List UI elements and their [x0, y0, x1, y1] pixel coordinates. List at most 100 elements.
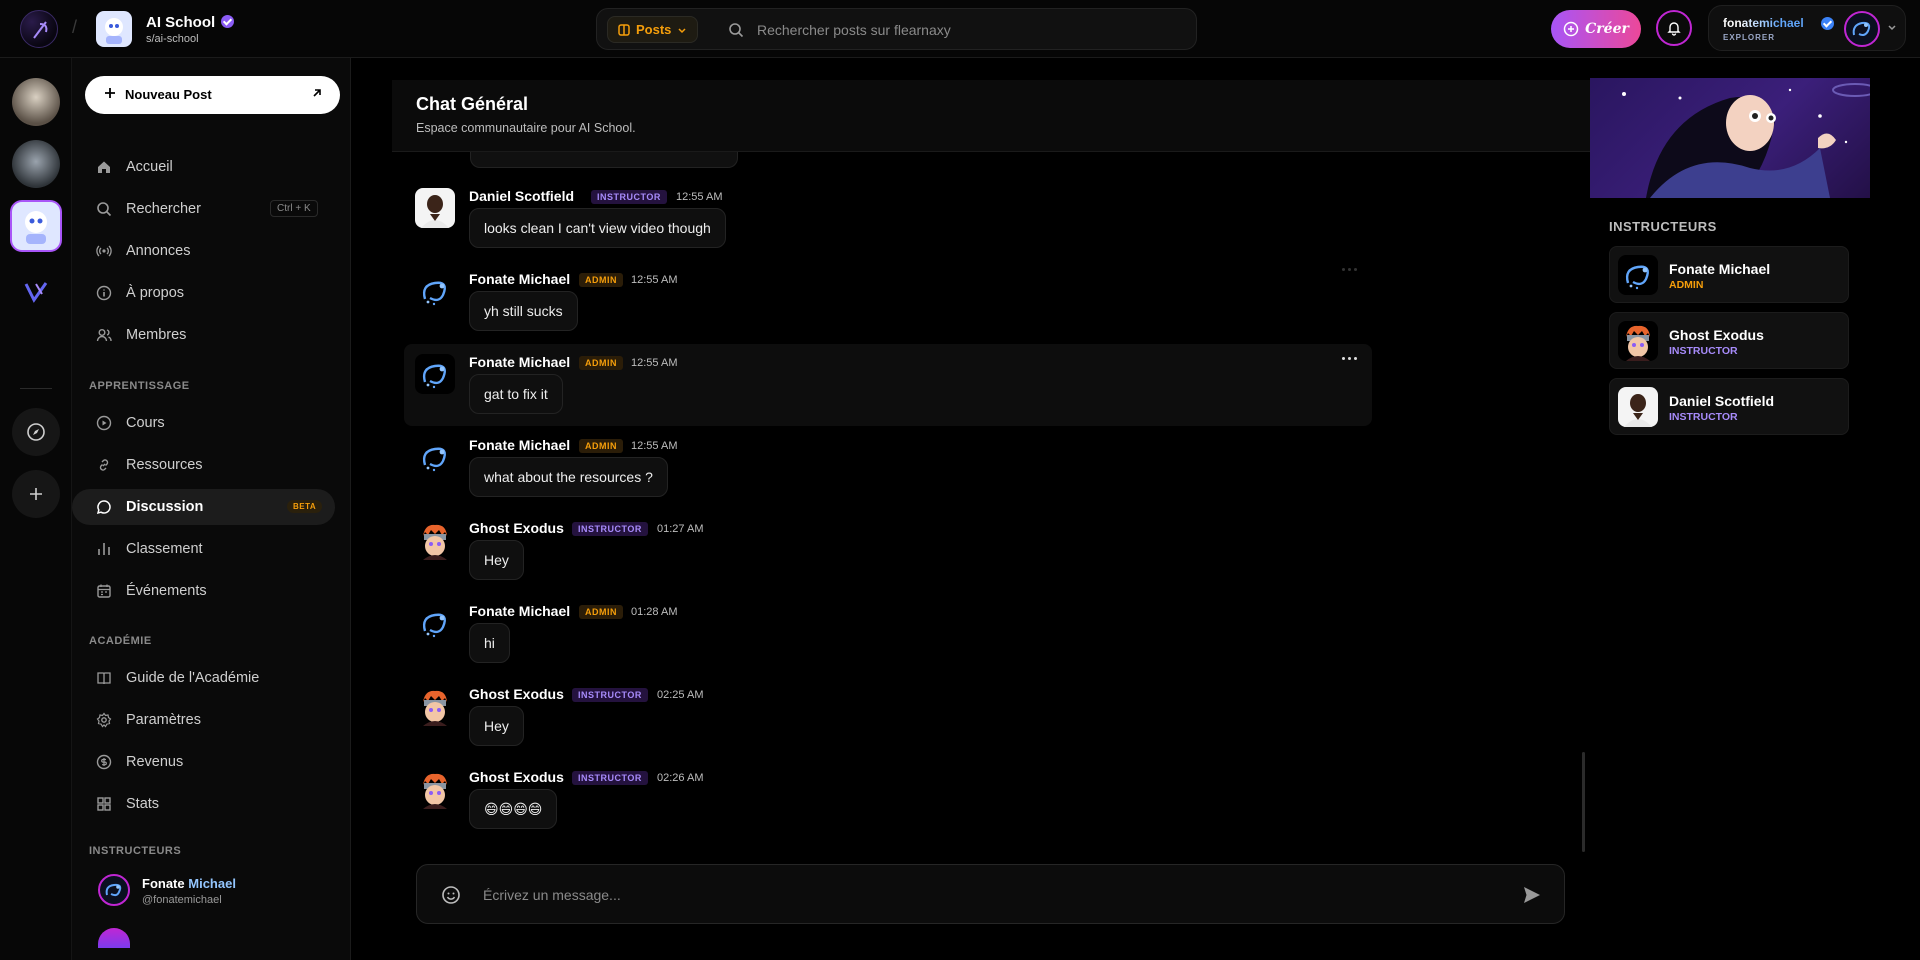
- message-author[interactable]: Fonate Michael: [469, 437, 570, 453]
- new-post-button[interactable]: Nouveau Post: [85, 76, 340, 114]
- message[interactable]: Ghost Exodus INSTRUCTOR 02:25 AM Hey: [404, 676, 1372, 758]
- avatar[interactable]: [415, 437, 455, 477]
- rail-divider: [20, 388, 52, 389]
- info-icon: [96, 285, 112, 301]
- community-avatar-1[interactable]: [12, 78, 60, 126]
- nav-item-stats[interactable]: Stats: [72, 786, 335, 822]
- explore-button[interactable]: [12, 408, 60, 456]
- instructor-name: Ghost Exodus: [1669, 327, 1764, 343]
- avatar[interactable]: [415, 520, 455, 560]
- avatar[interactable]: [415, 686, 455, 726]
- nav-item-label: Paramètres: [126, 712, 201, 728]
- nav-item-guide[interactable]: Guide de l'Académie: [72, 660, 335, 696]
- community-avatar-ai-school[interactable]: [10, 200, 62, 252]
- nav-item-label: Classement: [126, 541, 203, 557]
- message[interactable]: Fonate Michael ADMIN 12:55 AM what about th…: [404, 427, 1372, 509]
- create-button[interactable]: Créer: [1551, 10, 1641, 48]
- message[interactable]: Daniel Scotfield INSTRUCTOR 12:55 AM looks …: [404, 178, 1372, 260]
- bar-chart-icon: [98, 543, 110, 555]
- message[interactable]: Ghost Exodus INSTRUCTOR 01:27 AM Hey: [404, 510, 1372, 592]
- nav-item-label: Guide de l'Académie: [126, 670, 260, 686]
- section-label-apprentissage: APPRENTISSAGE: [89, 380, 190, 392]
- message-author[interactable]: Fonate Michael: [469, 603, 570, 619]
- search-input[interactable]: [757, 17, 1177, 43]
- nav-item-rechercher[interactable]: Rechercher Ctrl + K: [72, 191, 335, 227]
- school-avatar[interactable]: [96, 11, 132, 47]
- nav-item-parametres[interactable]: Paramètres: [72, 702, 335, 738]
- school-name[interactable]: AI School: [146, 14, 235, 31]
- search-icon: [729, 23, 744, 38]
- more-options-icon[interactable]: [1334, 261, 1364, 277]
- avatar: [1618, 387, 1658, 427]
- v-logo-icon: [24, 282, 48, 303]
- role-badge: INSTRUCTOR: [572, 771, 648, 785]
- nav-item-membres[interactable]: Membres: [72, 317, 335, 353]
- avatar[interactable]: [415, 188, 455, 228]
- send-icon[interactable]: [1521, 884, 1543, 906]
- notifications-button[interactable]: [1656, 10, 1692, 46]
- avatar: [98, 928, 130, 948]
- add-community-button[interactable]: [12, 470, 60, 518]
- nav-item-label: Annonces: [126, 243, 191, 259]
- community-avatar-2[interactable]: [12, 140, 60, 188]
- nav-item-label: Stats: [126, 796, 160, 812]
- message-time: 01:28 AM: [631, 606, 678, 618]
- message-input[interactable]: [483, 881, 1483, 909]
- message-author[interactable]: Ghost Exodus: [469, 686, 564, 702]
- message-author[interactable]: Fonate Michael: [469, 354, 570, 370]
- avatar[interactable]: [415, 769, 455, 809]
- message-bubble: 😄😄😄😄: [469, 789, 558, 829]
- message[interactable]: Fonate Michael ADMIN 12:55 AM yh still suck…: [404, 261, 1372, 343]
- instructor-card[interactable]: Ghost Exodus INSTRUCTOR: [1609, 312, 1849, 369]
- nav-item-evenements[interactable]: Événements: [72, 573, 335, 609]
- nav-item-annonces[interactable]: Annonces: [72, 233, 335, 269]
- nav-item-ressources[interactable]: Ressources: [72, 447, 335, 483]
- chat-title: Chat Général: [416, 94, 529, 114]
- message-bubble: looks clean I can't view video though: [469, 208, 726, 248]
- message-author[interactable]: Fonate Michael: [469, 271, 570, 287]
- community-avatar-v[interactable]: [12, 268, 60, 316]
- section-label-academie: ACADÉMIE: [89, 635, 152, 647]
- message-time: 02:25 AM: [657, 689, 704, 701]
- instructor-name: Fonate Michael: [1669, 261, 1771, 277]
- app-logo[interactable]: [20, 10, 58, 48]
- message-bubble: Hey: [469, 706, 524, 746]
- user-menu[interactable]: fonatemichael EXPLORER: [1708, 5, 1906, 51]
- home-icon: [98, 161, 110, 173]
- nav-item-classement[interactable]: Classement: [72, 531, 335, 567]
- plus-icon: [30, 488, 42, 500]
- message-time: 12:55 AM: [631, 357, 678, 369]
- scrollbar[interactable]: [1582, 752, 1585, 852]
- more-options-icon[interactable]: [1334, 350, 1364, 366]
- posts-filter-dropdown[interactable]: Posts: [607, 16, 699, 43]
- avatar[interactable]: [415, 271, 455, 311]
- user-role: EXPLORER: [1723, 33, 1776, 42]
- message[interactable]: Fonate Michael ADMIN 12:55 AM gat to fix it: [404, 344, 1372, 426]
- message[interactable]: Fonate Michael ADMIN 01:28 AM hi: [404, 593, 1372, 675]
- nav-item-revenus[interactable]: Revenus: [72, 744, 335, 780]
- message-author[interactable]: Ghost Exodus: [469, 769, 564, 785]
- message-author[interactable]: Daniel Scotfield: [469, 188, 574, 204]
- instructor-card[interactable]: Fonate Michael ADMIN: [1609, 246, 1849, 303]
- instructor-handle: @fonatemichael: [142, 894, 222, 906]
- nav-item-discussion[interactable]: Discussion BETA: [72, 489, 335, 525]
- users-icon: [96, 329, 112, 342]
- message-bubble-partial: [470, 152, 738, 168]
- plus-icon: [105, 88, 115, 98]
- nav-item-a-propos[interactable]: À propos: [72, 275, 335, 311]
- nav-item-cours[interactable]: Cours: [72, 405, 335, 441]
- nav-item-label: Événements: [126, 583, 207, 599]
- nav-item-label: Accueil: [126, 159, 173, 175]
- chevron-down-icon: [678, 27, 686, 33]
- message-author[interactable]: Ghost Exodus: [469, 520, 564, 536]
- nav-item-accueil[interactable]: Accueil: [72, 149, 335, 185]
- message[interactable]: Ghost Exodus INSTRUCTOR 02:26 AM 😄😄😄😄: [404, 759, 1372, 841]
- avatar[interactable]: [415, 603, 455, 643]
- instructor-name: Daniel Scotfield: [1669, 393, 1775, 409]
- instructor-card[interactable]: Daniel Scotfield INSTRUCTOR: [1609, 378, 1849, 435]
- book-icon: [97, 672, 111, 685]
- school-slug: s/ai-school: [146, 33, 199, 45]
- avatar[interactable]: [415, 354, 455, 394]
- emoji-icon[interactable]: [441, 885, 461, 905]
- search-icon: [97, 202, 112, 217]
